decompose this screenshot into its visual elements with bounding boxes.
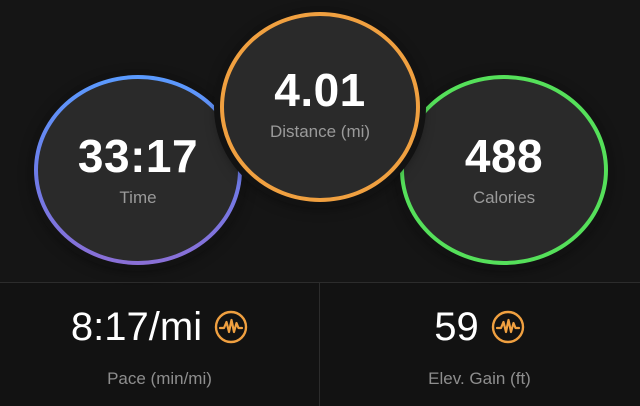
distance-ring-content: 4.01 Distance (mi) xyxy=(224,16,416,198)
distance-value: 4.01 xyxy=(274,63,366,116)
time-label: Time xyxy=(119,187,157,207)
pace-value: 8:17/mi xyxy=(70,305,203,349)
elevation-label: Elev. Gain (ft) xyxy=(428,369,531,388)
calories-ring-content: 488 Calories xyxy=(404,79,604,261)
time-value: 33:17 xyxy=(77,129,199,182)
pace-label: Pace (min/mi) xyxy=(107,369,212,388)
time-ring[interactable]: 33:17 Time xyxy=(34,75,242,265)
activity-summary-screen: 33:17 Time 488 Calories 4.01 Distance (m… xyxy=(0,0,640,406)
calories-ring[interactable]: 488 Calories xyxy=(400,75,608,265)
distance-ring[interactable]: 4.01 Distance (mi) xyxy=(220,12,420,202)
elevation-value: 59 xyxy=(434,305,479,349)
pace-row: 8:17/mi xyxy=(0,307,319,347)
calories-label: Calories xyxy=(472,187,536,207)
stats-panel: 8:17/mi Pace (min/mi) 59 Elev. Gain (ft) xyxy=(0,282,640,406)
elevation-stat[interactable]: 59 Elev. Gain (ft) xyxy=(320,283,639,406)
time-ring-content: 33:17 Time xyxy=(38,79,238,261)
elevation-row: 59 xyxy=(320,307,639,347)
summary-rings-area: 33:17 Time 488 Calories 4.01 Distance (m… xyxy=(0,0,640,282)
calories-value: 488 xyxy=(464,129,544,182)
pulse-icon[interactable] xyxy=(214,310,248,344)
distance-label: Distance (mi) xyxy=(269,121,371,141)
pulse-icon[interactable] xyxy=(491,310,525,344)
pace-stat[interactable]: 8:17/mi Pace (min/mi) xyxy=(0,283,319,406)
